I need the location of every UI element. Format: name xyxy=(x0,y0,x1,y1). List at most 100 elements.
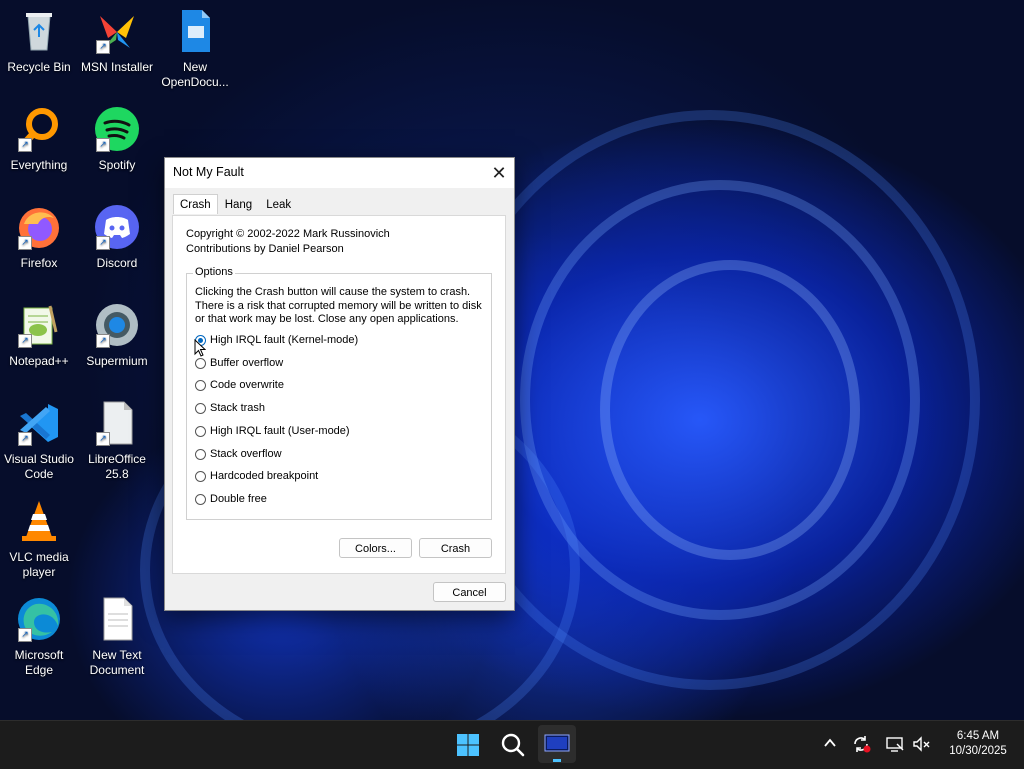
discord-icon: ↗ xyxy=(94,204,140,250)
option-buffer-overflow[interactable]: Buffer overflow xyxy=(195,354,283,372)
crash-button[interactable]: Crash xyxy=(419,538,492,558)
vscode-icon: ↗ xyxy=(16,400,62,446)
desktop-icon-label: Recycle Bin xyxy=(7,60,71,74)
clock-date: 10/30/2025 xyxy=(949,745,1007,757)
option-double-free[interactable]: Double free xyxy=(195,490,267,508)
network-icon[interactable] xyxy=(884,734,906,757)
shortcut-arrow-icon: ↗ xyxy=(96,138,110,152)
desktop-icon-label: Microsoft Edge xyxy=(14,648,64,677)
spotify-icon: ↗ xyxy=(94,106,140,152)
copyright-line: Copyright © 2002-2022 Mark Russinovich xyxy=(186,228,390,240)
tab-leak[interactable]: Leak xyxy=(259,194,298,215)
contributions-line: Contributions by Daniel Pearson xyxy=(186,243,344,255)
colors-button[interactable]: Colors... xyxy=(339,538,412,558)
mouse-pointer-icon xyxy=(194,338,207,357)
desktop-icon-spotify[interactable]: ↗ Spotify xyxy=(79,106,155,173)
supermium-icon: ↗ xyxy=(94,302,140,348)
not-my-fault-app-icon xyxy=(544,734,570,762)
edge-icon: ↗ xyxy=(16,596,62,642)
desktop-icon-label: VLC media player xyxy=(9,550,69,579)
option-stack-trash[interactable]: Stack trash xyxy=(195,399,265,417)
tab-hang[interactable]: Hang xyxy=(218,194,260,215)
option-label: Double free xyxy=(210,493,267,505)
desktop-icon-libreoffice[interactable]: ↗ LibreOffice 25.8 xyxy=(79,400,155,482)
desktop-icon-new-opendocument[interactable]: New OpenDocu... xyxy=(157,8,233,90)
firefox-icon: ↗ xyxy=(16,204,62,250)
desktop-icon-notepad-plus-plus[interactable]: ↗ Notepad++ xyxy=(1,302,77,369)
shortcut-arrow-icon: ↗ xyxy=(18,334,32,348)
radio-button[interactable] xyxy=(195,493,206,505)
option-label: Stack overflow xyxy=(210,448,282,460)
desktop-icon-recycle-bin[interactable]: Recycle Bin xyxy=(1,8,77,75)
desktop-icon-firefox[interactable]: ↗ Firefox xyxy=(1,204,77,271)
desktop-icon-vscode[interactable]: ↗ Visual Studio Code xyxy=(1,400,77,482)
desktop-icon-msn-installer[interactable]: ↗ MSN Installer xyxy=(79,8,155,75)
close-icon[interactable]: ✕ xyxy=(484,158,514,188)
desktop-icon-label: MSN Installer xyxy=(80,60,154,74)
chevron-up-icon[interactable] xyxy=(820,735,840,754)
desktop-icon-edge[interactable]: ↗ Microsoft Edge xyxy=(1,596,77,678)
msn-butterfly-icon: ↗ xyxy=(94,8,140,54)
tab-crash[interactable]: Crash xyxy=(173,194,218,214)
dialog-titlebar[interactable]: Not My Fault ✕ xyxy=(165,158,514,188)
options-legend: Options xyxy=(193,266,235,278)
magnifier-icon: ↗ xyxy=(16,106,62,152)
taskbar-app-not-my-fault[interactable] xyxy=(538,725,576,763)
desktop-icon-label: Everything xyxy=(10,158,68,172)
desktop-icon-label: Notepad++ xyxy=(9,354,69,368)
option-stack-overflow[interactable]: Stack overflow xyxy=(195,445,282,463)
shortcut-arrow-icon: ↗ xyxy=(18,628,32,642)
radio-button[interactable] xyxy=(195,402,206,414)
radio-button[interactable] xyxy=(195,425,206,437)
option-code-overwrite[interactable]: Code overwrite xyxy=(195,376,284,394)
taskbar: 6:45 AM 10/30/2025 xyxy=(0,720,1024,769)
desktop-icon-label: Supermium xyxy=(86,354,148,368)
copyright-text: Copyright © 2002-2022 Mark Russinovich C… xyxy=(186,227,390,257)
document-icon xyxy=(172,8,218,54)
vlc-cone-icon xyxy=(16,498,62,544)
radio-button[interactable] xyxy=(195,448,206,460)
option-hardcoded-breakpoint[interactable]: Hardcoded breakpoint xyxy=(195,467,318,485)
start-button[interactable] xyxy=(452,729,484,761)
option-high-irql-user[interactable]: High IRQL fault (User-mode) xyxy=(195,422,350,440)
desktop-icon-everything[interactable]: ↗ Everything xyxy=(1,106,77,173)
radio-button[interactable] xyxy=(195,357,206,369)
option-label: Buffer overflow xyxy=(210,357,284,369)
desktop-icon-discord[interactable]: ↗ Discord xyxy=(79,204,155,271)
dialog-title: Not My Fault xyxy=(173,165,244,179)
shortcut-arrow-icon: ↗ xyxy=(18,138,32,152)
shortcut-arrow-icon: ↗ xyxy=(96,236,110,250)
radio-button[interactable] xyxy=(195,470,206,482)
shortcut-arrow-icon: ↗ xyxy=(96,432,110,446)
options-groupbox: Options Clicking the Crash button will c… xyxy=(186,266,492,520)
option-label: Hardcoded breakpoint xyxy=(210,470,319,482)
notepad-plus-plus-icon: ↗ xyxy=(16,302,62,348)
clock-time: 6:45 AM xyxy=(956,730,1000,742)
option-label: Stack trash xyxy=(210,402,266,414)
clock[interactable]: 6:45 AM 10/30/2025 xyxy=(938,729,1018,759)
desktop-icon-vlc[interactable]: VLC media player xyxy=(1,498,77,580)
option-label: High IRQL fault (Kernel-mode) xyxy=(210,334,359,346)
desktop-icon-supermium[interactable]: ↗ Supermium xyxy=(79,302,155,369)
desktop-icon-label: New Text Document xyxy=(89,648,145,677)
desktop-icon-label: Firefox xyxy=(20,256,58,270)
shortcut-arrow-icon: ↗ xyxy=(18,432,32,446)
description-line: or that work may be lost. Close any open… xyxy=(195,313,459,325)
wallpaper-swirl xyxy=(600,260,860,560)
shortcut-arrow-icon: ↗ xyxy=(96,40,110,54)
cancel-button[interactable]: Cancel xyxy=(433,582,506,602)
recycle-bin-icon xyxy=(16,8,62,54)
option-high-irql-kernel[interactable]: High IRQL fault (Kernel-mode) xyxy=(195,331,358,349)
volume-muted-icon[interactable] xyxy=(910,734,932,757)
update-sync-icon[interactable] xyxy=(850,734,872,757)
description-line: Clicking the Crash button will cause the… xyxy=(195,286,471,298)
tab-strip: Crash Hang Leak xyxy=(173,194,298,216)
warning-description: Clicking the Crash button will cause the… xyxy=(195,286,487,327)
desktop-icon-label: Visual Studio Code xyxy=(4,452,74,481)
search-icon xyxy=(501,733,525,757)
radio-button[interactable] xyxy=(195,379,206,391)
option-label: Code overwrite xyxy=(210,379,284,391)
desktop-icon-new-text-document[interactable]: New Text Document xyxy=(79,596,155,678)
search-button[interactable] xyxy=(497,729,529,761)
shortcut-arrow-icon: ↗ xyxy=(18,236,32,250)
